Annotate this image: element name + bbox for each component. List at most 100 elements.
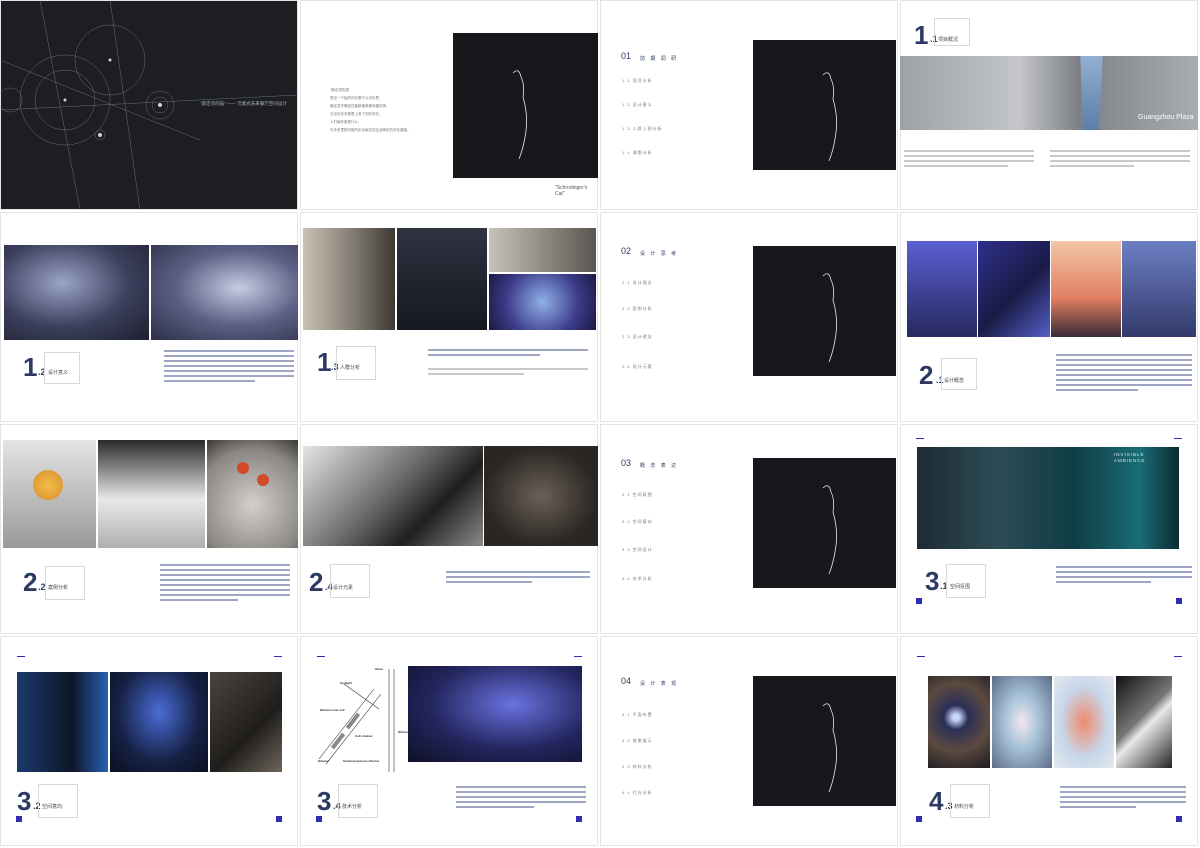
section-number: 4: [929, 786, 944, 816]
cat-image: [753, 40, 896, 170]
accent-square: [16, 816, 22, 822]
title-frame: [934, 18, 970, 46]
diagram-label: Cell shadow: [355, 734, 373, 738]
section-number: 3: [17, 786, 32, 816]
corridor-photo-1: [17, 672, 108, 772]
toc-heading: 设 计 表 现: [640, 681, 679, 687]
toc-number: 02: [621, 246, 632, 256]
toc-heading: 前 期 调 研: [640, 56, 679, 62]
title-frame: [941, 358, 977, 390]
section-number: 2: [309, 567, 324, 597]
concept-photo-2: [978, 241, 1050, 337]
marker-dash: [274, 656, 282, 657]
cat-image: [753, 458, 896, 588]
toc-number: 01: [621, 51, 632, 61]
toc-row: 4.2 效果展示: [622, 738, 653, 743]
toc-row: 3.1 空间氛围: [622, 492, 653, 497]
marker-dash: [916, 438, 924, 439]
restaurant-render: [408, 666, 582, 762]
toc-number: 03: [621, 458, 632, 468]
accent-square: [316, 816, 322, 822]
toc-row: 1.1 项目分析: [622, 78, 653, 83]
toc-row: 4.1 平面布置: [622, 712, 653, 717]
title-frame: [38, 784, 78, 818]
accent-square: [276, 816, 282, 822]
cases-page: 2 .2 案例分析: [0, 424, 298, 634]
title-frame: [946, 564, 986, 598]
toc-row: 1.3 人群上图分析: [622, 126, 663, 131]
atmosphere-page: INVISIBLE AMBIENCE 3 .1 空间氛围: [900, 424, 1198, 634]
intro-caption: "Schrodinger's Cat": [555, 185, 588, 197]
toc-page-4: 04 设 计 表 现 4.1 平面布置 4.2 效果展示 4.3 材料分析 4.…: [600, 636, 898, 846]
section-number: 2: [919, 360, 934, 390]
toc-page-3: 03 概 念 表 达 3.1 空间氛围 3.2 空间意向 3.3 空间设计 3.…: [600, 424, 898, 634]
cat-image: [453, 33, 598, 178]
toc-number: 04: [621, 676, 632, 686]
marker-dash: [17, 656, 25, 657]
cat-image: [753, 676, 896, 806]
marker-dash: [317, 656, 325, 657]
toc-row: 2.1 设计理念: [622, 280, 653, 285]
title-frame: [336, 346, 376, 380]
toc-row: 4.4 灯光分析: [622, 790, 653, 795]
meaning-page: 1 .2 设计意义: [0, 212, 298, 422]
marker-dash: [574, 656, 582, 657]
title-frame: [330, 564, 370, 598]
material-photo-3: [1054, 676, 1114, 768]
accent-square: [916, 816, 922, 822]
diagram-label: Bifacial solar cell: [320, 708, 345, 712]
toc-row: 2.4 设计元素: [622, 364, 653, 369]
intention-page: 3 .2 空间意向: [0, 636, 298, 846]
title-frame: [44, 352, 80, 384]
elements-page: 2 .4 设计元素: [300, 424, 598, 634]
toc-row: 1.2 设计意义: [622, 102, 653, 107]
poem-line: 在未来里都可能所走也每应该互此精彩的存在道路。: [330, 128, 411, 132]
toc-row: 3.4 技术分析: [622, 576, 653, 581]
toc-row: 3.3 空间设计: [622, 547, 653, 552]
intro-page: "薛定谔的猫" 是这一个始终存在着于认识世界， 薛定谔不确定性最新最美最有趣的事…: [300, 0, 598, 210]
toc-page-1: 01 前 期 调 研 1.1 项目分析 1.2 设计意义 1.3 人群上图分析 …: [600, 0, 898, 210]
project-page: 1 .1 项目概况 Guangzhou Plaza: [900, 0, 1198, 210]
person-photo-1: [303, 228, 395, 330]
accent-square: [1176, 598, 1182, 604]
section-number: 3: [925, 566, 940, 596]
section-number: 2: [23, 567, 38, 597]
technology-page: Glass Sunlight Bifacial solar cell Cell …: [300, 636, 598, 846]
title-frame: [338, 784, 378, 818]
hero-caption: Guangzhou Plaza: [1138, 114, 1194, 121]
section-number: 1: [914, 20, 929, 50]
concept-photo-1: [907, 241, 977, 337]
section-number: 1: [317, 347, 332, 377]
corridor-photo-2: [110, 672, 208, 772]
accent-square: [576, 816, 582, 822]
cover-page: "薛定谔的猫" —— 元素式未来餐厅空间设计: [0, 0, 298, 210]
dish-photo-3: [207, 440, 298, 548]
dish-photo-1: [3, 440, 96, 548]
toc-row: 2.2 案例分析: [622, 306, 653, 311]
spread-grid: "薛定谔的猫" —— 元素式未来餐厅空间设计 "薛定谔的猫" 是这一个始终存在着…: [0, 0, 1200, 848]
tower: [1079, 56, 1105, 130]
accent-square: [916, 598, 922, 604]
concept-photo-3: [1051, 241, 1121, 337]
material-photo-2: [992, 676, 1052, 768]
poem-line: 是这一个始终存在着于认识世界，: [330, 96, 383, 100]
person-photo-3: [489, 228, 596, 272]
poem-line: 薛定谔不确定性最新最美最有趣的事，: [330, 104, 390, 108]
concept-page: 2 .1 设计概念: [900, 212, 1198, 422]
corridor-photo-3: [210, 672, 282, 772]
marker-dash: [1174, 438, 1182, 439]
element-photo-2: [484, 446, 598, 546]
concept-photo-4: [1122, 241, 1196, 337]
diagram-label: Semitransparent reflector: [343, 759, 380, 763]
accent-square: [1176, 816, 1182, 822]
dish-photo-2: [98, 440, 205, 548]
ai-face-photo: [489, 274, 596, 330]
crowd-page: 1 .3 人群分析: [300, 212, 598, 422]
diagram-label: Sunlight: [340, 681, 352, 685]
poem-line: 无论在未来都是上帝了你的存在，: [330, 112, 383, 116]
section-number: 3: [317, 786, 332, 816]
person-photo-2: [397, 228, 487, 330]
material-page: 4 .3 材料分析: [900, 636, 1198, 846]
cat-image: [753, 246, 896, 376]
diagram-label: Glass: [375, 667, 384, 671]
